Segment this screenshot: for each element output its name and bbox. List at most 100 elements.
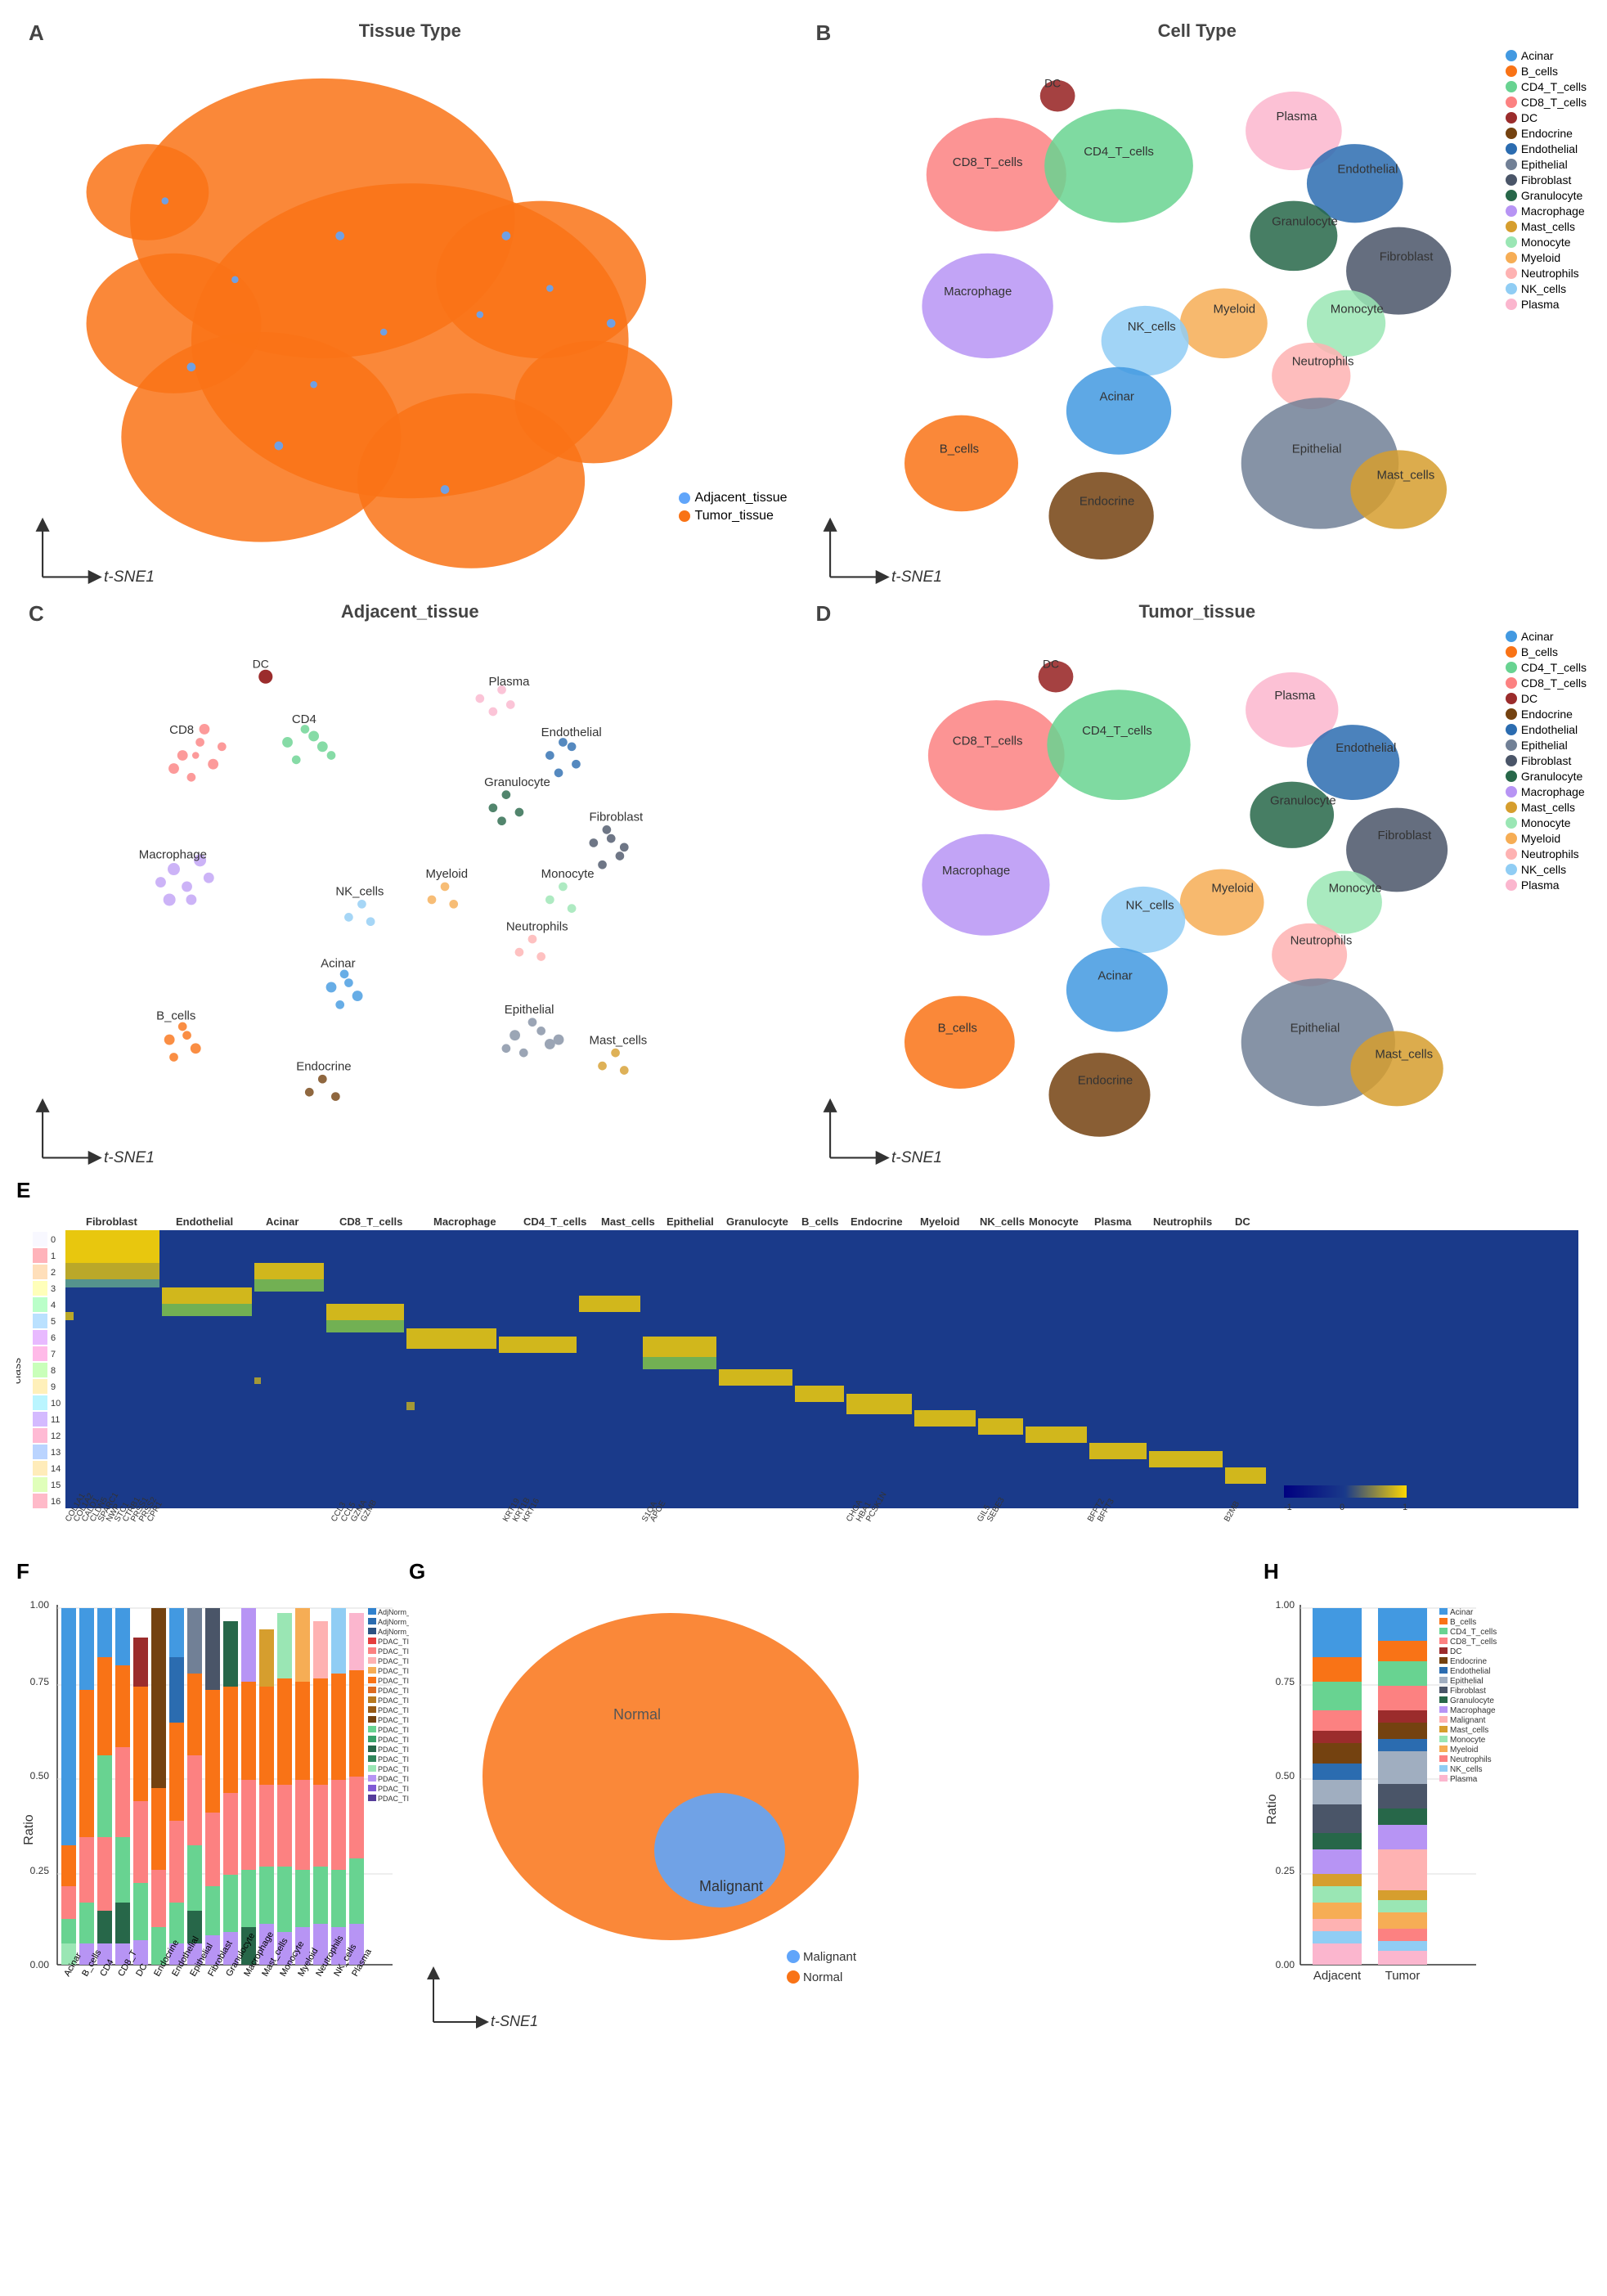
panel-a: A Tissue Type bbox=[16, 16, 804, 589]
svg-text:PDAC_TISSUE_1: PDAC_TISSUE_1 bbox=[378, 1638, 409, 1646]
barchart-f-svg: Ratio 0.00 0.25 0.50 0.75 1.00 bbox=[16, 1588, 409, 2047]
svg-text:Macrophage: Macrophage bbox=[139, 848, 207, 862]
svg-text:Plasma: Plasma bbox=[1276, 110, 1317, 124]
svg-text:t-SNE1: t-SNE1 bbox=[104, 568, 155, 586]
svg-text:NK_cells: NK_cells bbox=[980, 1215, 1025, 1228]
label-f: F bbox=[16, 1559, 29, 1584]
svg-text:0.75: 0.75 bbox=[1276, 1676, 1295, 1687]
svg-text:Fibroblast: Fibroblast bbox=[589, 811, 644, 824]
panel-f: F Ratio 0.00 0.25 0.50 0.75 1.00 bbox=[16, 1559, 409, 2050]
svg-text:PDAC_TISSUE_11A: PDAC_TISSUE_11A bbox=[378, 1657, 409, 1665]
svg-text:PDAC_TISSUE_15: PDAC_TISSUE_15 bbox=[378, 1706, 409, 1714]
svg-text:CD8_T_cells: CD8_T_cells bbox=[1450, 1638, 1497, 1647]
svg-text:0.50: 0.50 bbox=[1276, 1770, 1295, 1782]
svg-text:Acinar: Acinar bbox=[321, 956, 355, 970]
svg-text:Mast_cells: Mast_cells bbox=[589, 1033, 647, 1047]
svg-text:9: 9 bbox=[51, 1382, 56, 1392]
svg-text:Granulocyte: Granulocyte bbox=[1450, 1696, 1494, 1705]
svg-text:1.00: 1.00 bbox=[30, 1599, 50, 1611]
svg-text:0.00: 0.00 bbox=[1276, 1959, 1295, 1970]
svg-text:7: 7 bbox=[51, 1350, 56, 1359]
svg-text:PDAC_TISSUE_10: PDAC_TISSUE_10 bbox=[378, 1647, 409, 1656]
svg-text:Macrophage: Macrophage bbox=[941, 864, 1009, 878]
svg-text:3: 3 bbox=[51, 1284, 56, 1294]
title-d: Tumor_tissue bbox=[1138, 601, 1255, 622]
svg-text:AdjNorm_TISSUE_2: AdjNorm_TISSUE_2 bbox=[378, 1618, 409, 1626]
legend-b-plasma: Plasma bbox=[1506, 298, 1587, 311]
svg-text:Myeloid: Myeloid bbox=[1450, 1746, 1478, 1755]
svg-text:Mast_cells: Mast_cells bbox=[1376, 469, 1434, 483]
svg-text:Epithelial: Epithelial bbox=[1291, 443, 1341, 456]
svg-text:Normal: Normal bbox=[613, 1706, 661, 1723]
row-ab: A Tissue Type bbox=[16, 16, 1591, 589]
svg-text:1.00: 1.00 bbox=[1276, 1599, 1295, 1611]
svg-text:0: 0 bbox=[51, 1235, 56, 1245]
legend-b-cd8: CD8_T_cells bbox=[1506, 96, 1587, 109]
legend-b-cd4: CD4_T_cells bbox=[1506, 80, 1587, 93]
svg-text:8: 8 bbox=[51, 1366, 56, 1376]
svg-text:4: 4 bbox=[51, 1301, 56, 1310]
svg-text:CD4_T_cells: CD4_T_cells bbox=[1450, 1628, 1497, 1637]
main-container: A Tissue Type bbox=[0, 0, 1607, 2066]
svg-text:CD8_T_cells: CD8_T_cells bbox=[339, 1215, 402, 1228]
svg-text:NK_cells: NK_cells bbox=[1450, 1765, 1482, 1774]
legend-b-macrophage: Macrophage bbox=[1506, 204, 1587, 218]
svg-text:Granulocyte: Granulocyte bbox=[484, 775, 550, 789]
legend-b-fibroblast: Fibroblast bbox=[1506, 173, 1587, 186]
svg-text:Granulocyte: Granulocyte bbox=[726, 1215, 788, 1228]
tsne-b-svg: CD8_T_cells CD4_T_cells DC Plasma Endoth… bbox=[804, 46, 1591, 618]
svg-text:t-SNE1: t-SNE1 bbox=[104, 1149, 155, 1166]
svg-text:Acinar: Acinar bbox=[266, 1215, 299, 1228]
svg-text:Plasma: Plasma bbox=[1274, 689, 1316, 703]
svg-text:CD4_T_cells: CD4_T_cells bbox=[1084, 145, 1154, 159]
svg-text:DC: DC bbox=[253, 658, 269, 671]
svg-text:Myeloid: Myeloid bbox=[426, 867, 469, 881]
panel-a-title: A Tissue Type bbox=[16, 16, 804, 46]
legend-adjacent-dot bbox=[679, 492, 690, 504]
svg-text:Neutrophils: Neutrophils bbox=[506, 919, 568, 933]
svg-text:PDAC_TISSUE_9: PDAC_TISSUE_9 bbox=[378, 1795, 409, 1803]
legend-b-epithelial: Epithelial bbox=[1506, 158, 1587, 171]
svg-text:B_cells: B_cells bbox=[156, 1009, 195, 1022]
legend-b-nkcells: NK_cells bbox=[1506, 282, 1587, 295]
legend-b-acinar: Acinar bbox=[1506, 49, 1587, 62]
svg-text:CD4_T_cells: CD4_T_cells bbox=[1082, 724, 1152, 738]
svg-text:PDAC_TISSUE_5: PDAC_TISSUE_5 bbox=[378, 1755, 409, 1764]
svg-text:14: 14 bbox=[51, 1464, 61, 1474]
svg-text:1: 1 bbox=[51, 1251, 56, 1261]
svg-text:Plasma: Plasma bbox=[489, 675, 531, 689]
panel-b: B Cell Type CD8_T_cells CD4_T_cells DC P… bbox=[804, 16, 1591, 589]
svg-text:0: 0 bbox=[1340, 1503, 1344, 1512]
svg-text:Malignant: Malignant bbox=[803, 1950, 857, 1964]
svg-text:t-SNE1: t-SNE1 bbox=[891, 1149, 941, 1166]
label-c: C bbox=[29, 601, 44, 627]
legend-tumor-dot bbox=[679, 510, 690, 522]
svg-text:Epithelial: Epithelial bbox=[505, 1003, 554, 1017]
svg-text:PDAC_TISSUE_16: PDAC_TISSUE_16 bbox=[378, 1716, 409, 1724]
svg-text:PDAC_TISSUE_4: PDAC_TISSUE_4 bbox=[378, 1746, 409, 1754]
svg-text:Monocyte: Monocyte bbox=[1450, 1736, 1486, 1745]
svg-text:Endothelial: Endothelial bbox=[541, 726, 602, 739]
svg-text:Monocyte: Monocyte bbox=[1328, 881, 1381, 895]
svg-text:Adjacent: Adjacent bbox=[1313, 1969, 1362, 1983]
svg-text:Myeloid: Myeloid bbox=[1211, 881, 1254, 895]
svg-text:PDAC_TISSUE_6: PDAC_TISSUE_6 bbox=[378, 1765, 409, 1773]
svg-text:Malignant: Malignant bbox=[1450, 1716, 1486, 1725]
svg-text:Endothelial: Endothelial bbox=[1450, 1667, 1490, 1676]
legend-b-dc: DC bbox=[1506, 111, 1587, 124]
svg-text:15: 15 bbox=[51, 1480, 61, 1490]
panel-g: G Normal Malignant t-SNE1 t-SNE2 bbox=[409, 1559, 1264, 2050]
svg-text:Mast_cells: Mast_cells bbox=[1375, 1048, 1433, 1062]
svg-text:PDAC_TISSUE_12: PDAC_TISSUE_12 bbox=[378, 1677, 409, 1685]
svg-text:0.00: 0.00 bbox=[30, 1959, 50, 1970]
row-fgh: F Ratio 0.00 0.25 0.50 0.75 1.00 bbox=[16, 1559, 1591, 2050]
panel-d-legend: Acinar B_cells CD4_T_cells CD8_T_cells D… bbox=[1506, 630, 1587, 892]
svg-text:0.75: 0.75 bbox=[30, 1676, 50, 1687]
svg-text:Macrophage: Macrophage bbox=[944, 285, 1012, 299]
svg-text:Epithelial: Epithelial bbox=[1450, 1677, 1484, 1686]
svg-text:PDAC_TISSUE_11B: PDAC_TISSUE_11B bbox=[378, 1667, 409, 1675]
svg-text:Granulocyte: Granulocyte bbox=[1272, 215, 1338, 229]
legend-b-endocrine: Endocrine bbox=[1506, 127, 1587, 140]
svg-text:Monocyte: Monocyte bbox=[1029, 1215, 1079, 1228]
heatmap-svg: class 0 1 2 3 4 5 6 bbox=[16, 1207, 1587, 1551]
